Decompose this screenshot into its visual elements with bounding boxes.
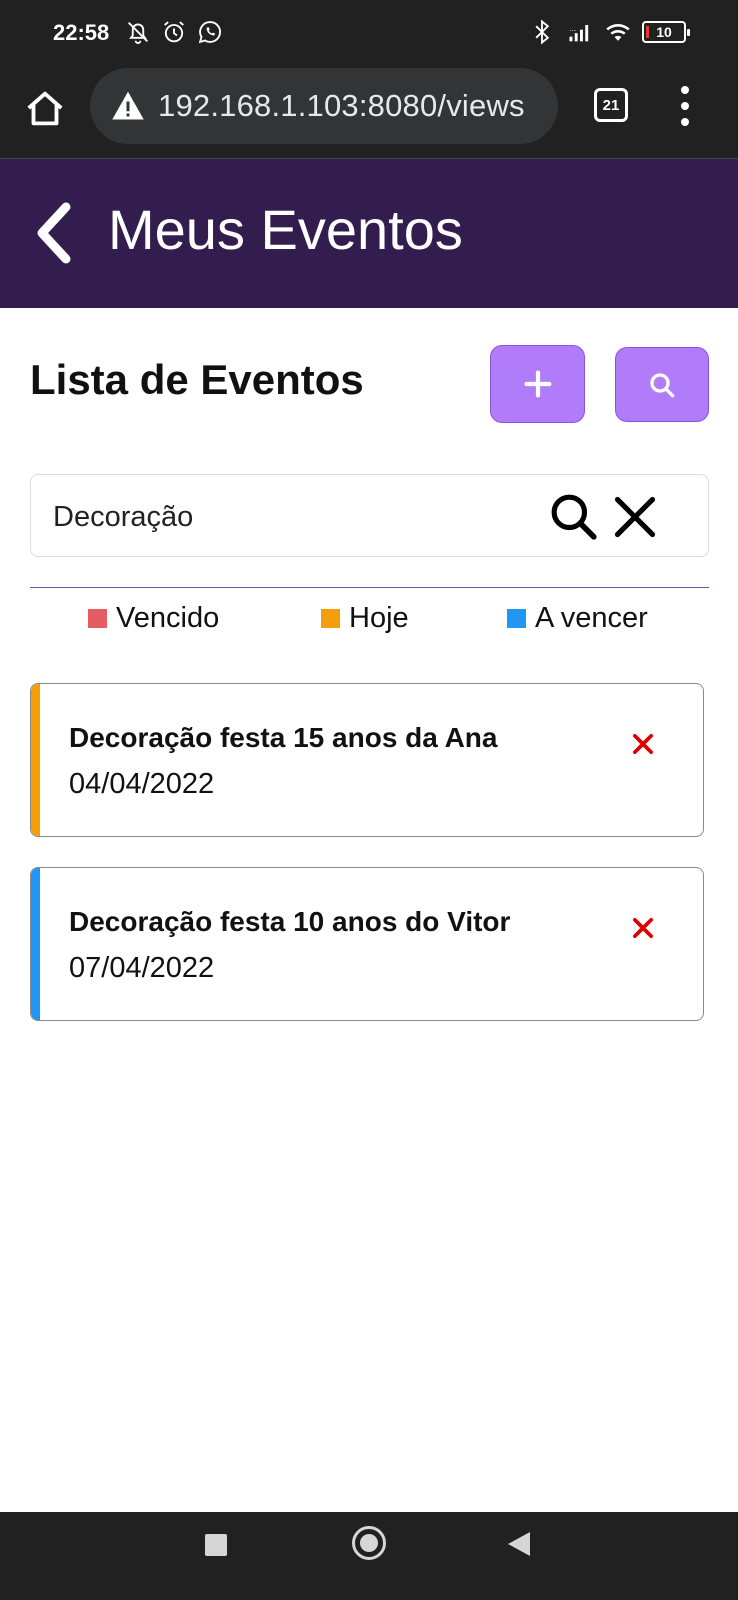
status-icons-left bbox=[124, 18, 224, 46]
search-submit-icon[interactable] bbox=[546, 489, 602, 545]
status-icons-right: ... 10 bbox=[528, 18, 690, 46]
tab-switcher-button[interactable]: 21 bbox=[594, 88, 628, 122]
nav-home-icon[interactable] bbox=[352, 1526, 386, 1560]
legend-item-a-vencer: A vencer bbox=[507, 602, 648, 635]
legend-label: A vencer bbox=[535, 602, 648, 634]
bluetooth-icon bbox=[535, 19, 550, 45]
svg-text:...: ... bbox=[570, 25, 577, 33]
search-icon bbox=[650, 372, 675, 397]
browser-toolbar: 192.168.1.103:8080/views 21 bbox=[0, 66, 738, 158]
legend-label: Vencido bbox=[116, 602, 220, 634]
status-bar: 22:58 ... 10 bbox=[0, 0, 738, 66]
legend-item-vencido: Vencido bbox=[88, 602, 219, 635]
more-menu-icon[interactable] bbox=[675, 86, 695, 126]
event-title: Decoração festa 10 anos do Vitor bbox=[69, 906, 511, 937]
back-arrow-icon[interactable] bbox=[34, 201, 74, 265]
recent-apps-icon[interactable] bbox=[205, 1534, 227, 1556]
event-title: Decoração festa 15 anos da Ana bbox=[69, 722, 498, 753]
clear-search-icon[interactable] bbox=[607, 489, 663, 545]
wifi-icon bbox=[606, 24, 630, 41]
legend-swatch-vencido bbox=[88, 609, 107, 628]
battery-indicator: 10 bbox=[642, 21, 690, 43]
warning-icon[interactable] bbox=[110, 88, 146, 124]
search-bar bbox=[30, 474, 709, 557]
event-date: 04/04/2022 bbox=[69, 768, 215, 800]
app-header: Meus Eventos bbox=[0, 158, 738, 308]
add-event-button[interactable] bbox=[490, 345, 585, 423]
whatsapp-icon bbox=[198, 21, 222, 44]
list-title: Lista de Eventos bbox=[30, 356, 364, 403]
plus-icon bbox=[524, 370, 551, 398]
battery-level: 10 bbox=[656, 24, 672, 40]
alarm-icon bbox=[164, 21, 184, 43]
section-divider bbox=[30, 587, 709, 588]
status-time: 22:58 bbox=[53, 20, 110, 45]
legend-swatch-hoje bbox=[321, 609, 340, 628]
notifications-off-icon bbox=[128, 22, 148, 44]
nav-back-icon[interactable] bbox=[508, 1532, 530, 1556]
signal-icon: ... bbox=[569, 25, 589, 42]
event-status-bar bbox=[31, 684, 40, 836]
status-legend: Vencido Hoje A vencer bbox=[0, 602, 738, 642]
address-bar[interactable]: 192.168.1.103:8080/views bbox=[90, 68, 558, 144]
event-card[interactable]: Decoração festa 10 anos do Vitor 07/04/2… bbox=[30, 867, 704, 1021]
page-title: Meus Eventos bbox=[108, 198, 463, 261]
event-status-bar bbox=[31, 868, 40, 1020]
system-nav-bar bbox=[0, 1512, 738, 1600]
legend-swatch-a-vencer bbox=[507, 609, 526, 628]
legend-item-hoje: Hoje bbox=[321, 602, 409, 635]
event-date: 07/04/2022 bbox=[69, 952, 215, 984]
delete-event-icon[interactable] bbox=[629, 730, 657, 758]
legend-label: Hoje bbox=[349, 602, 409, 634]
delete-event-icon[interactable] bbox=[629, 914, 657, 942]
home-icon[interactable] bbox=[22, 86, 68, 132]
battery-low-fill bbox=[646, 26, 649, 38]
url-text[interactable]: 192.168.1.103:8080/views bbox=[158, 88, 525, 124]
search-input[interactable] bbox=[53, 495, 523, 539]
event-card[interactable]: Decoração festa 15 anos da Ana 04/04/202… bbox=[30, 683, 704, 837]
search-toggle-button[interactable] bbox=[615, 347, 709, 422]
